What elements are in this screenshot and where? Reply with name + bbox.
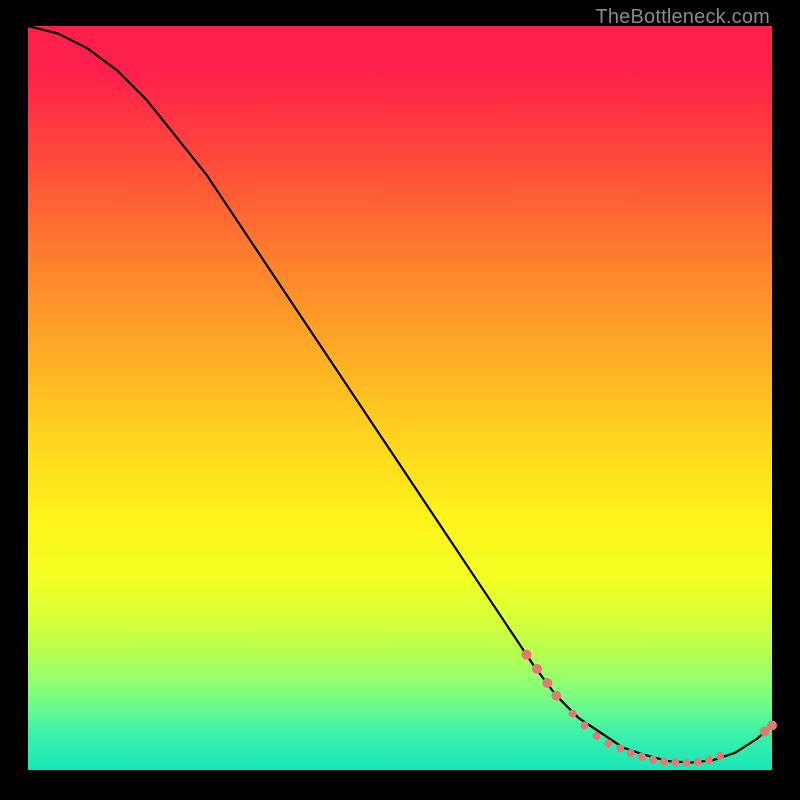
marker-dot [569, 709, 577, 717]
marker-dot [551, 691, 561, 701]
marker-dot [705, 756, 713, 764]
marker-dot [542, 678, 552, 688]
marker-dot [627, 749, 635, 757]
watermark-text: TheBottleneck.com [595, 6, 770, 29]
marker-dot [660, 757, 668, 765]
chart-area [28, 26, 772, 770]
marker-dot [767, 720, 777, 730]
marker-dot [694, 758, 702, 766]
marker-dot [638, 753, 646, 761]
marker-dot [716, 752, 724, 760]
curve-markers [521, 650, 777, 767]
marker-dot [616, 744, 624, 752]
marker-dot [592, 732, 600, 740]
bottleneck-curve [28, 26, 772, 763]
marker-dot [521, 650, 531, 660]
marker-dot [671, 758, 679, 766]
marker-dot [604, 739, 612, 747]
marker-dot [532, 664, 542, 674]
chart-svg [28, 26, 772, 770]
marker-dot [649, 756, 657, 764]
marker-dot [581, 721, 589, 729]
marker-dot [682, 759, 690, 767]
